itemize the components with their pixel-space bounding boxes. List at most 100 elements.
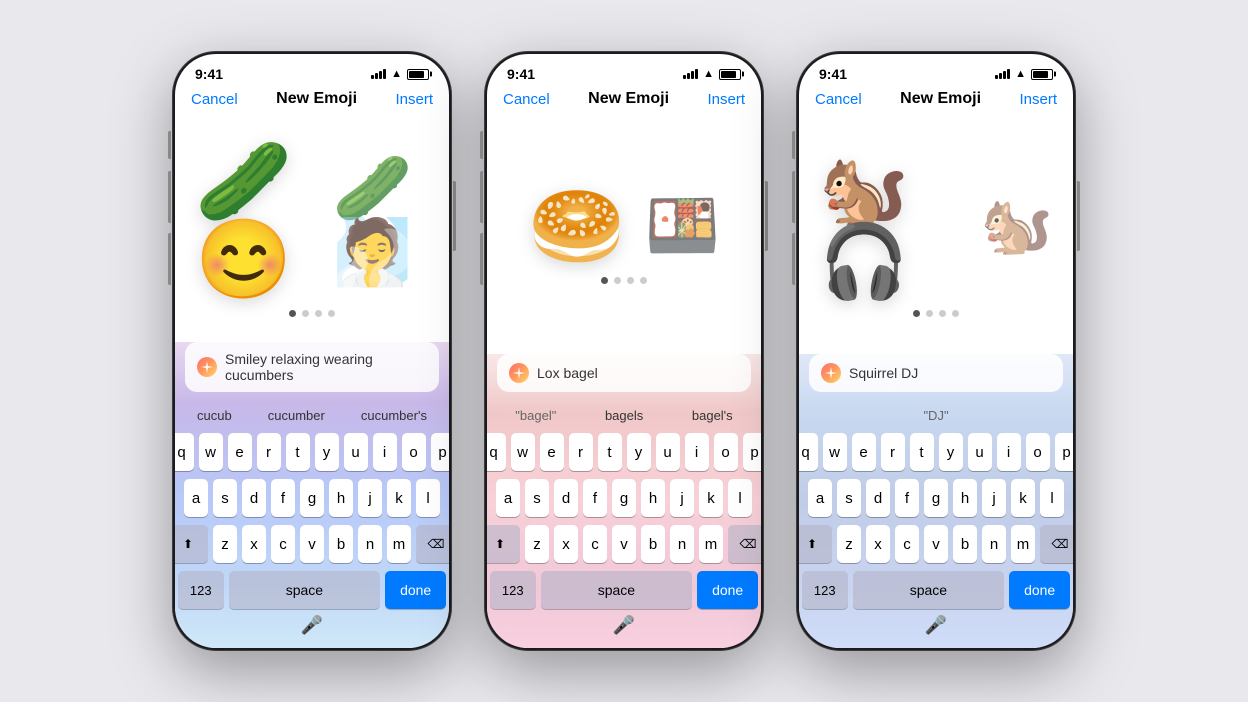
key-k-2[interactable]: k [699,479,723,517]
key-d-3[interactable]: d [866,479,890,517]
delete-key-2[interactable]: ⌫ [728,525,761,563]
key-q-3[interactable]: q [799,433,818,471]
delete-key-3[interactable]: ⌫ [1040,525,1073,563]
key-h-3[interactable]: h [953,479,977,517]
shift-key-2[interactable]: ⬆ [487,525,520,563]
shift-key-3[interactable]: ⬆ [799,525,832,563]
key-x-1[interactable]: x [242,525,266,563]
key-d-2[interactable]: d [554,479,578,517]
done-key-3[interactable]: done [1009,571,1070,609]
key-x-3[interactable]: x [866,525,890,563]
key-z-3[interactable]: z [837,525,861,563]
key-i-1[interactable]: i [373,433,397,471]
emoji-secondary-1[interactable]: 🥒🧖 [333,156,429,284]
key-m-1[interactable]: m [387,525,411,563]
key-y-3[interactable]: y [939,433,963,471]
cancel-button-2[interactable]: Cancel [503,91,550,108]
autocomplete-2-3[interactable]: bagel's [684,404,741,427]
key-w-3[interactable]: w [823,433,847,471]
key-s-2[interactable]: s [525,479,549,517]
search-field-2[interactable]: Lox bagel [497,354,751,392]
key-i-3[interactable]: i [997,433,1021,471]
key-n-3[interactable]: n [982,525,1006,563]
key-b-3[interactable]: b [953,525,977,563]
key-p-2[interactable]: p [743,433,762,471]
key-z-2[interactable]: z [525,525,549,563]
key-a-2[interactable]: a [496,479,520,517]
key-p-1[interactable]: p [431,433,450,471]
insert-button-1[interactable]: Insert [395,91,433,108]
key-t-1[interactable]: t [286,433,310,471]
key-h-2[interactable]: h [641,479,665,517]
key-f-3[interactable]: f [895,479,919,517]
key-u-1[interactable]: u [344,433,368,471]
shift-key-1[interactable]: ⬆ [175,525,208,563]
num-key-1[interactable]: 123 [178,571,224,609]
key-v-1[interactable]: v [300,525,324,563]
key-t-2[interactable]: t [598,433,622,471]
key-b-1[interactable]: b [329,525,353,563]
key-v-2[interactable]: v [612,525,636,563]
space-key-1[interactable]: space [229,571,381,609]
delete-key-1[interactable]: ⌫ [416,525,449,563]
key-c-1[interactable]: c [271,525,295,563]
space-key-3[interactable]: space [853,571,1005,609]
mic-icon-2[interactable]: 🎤 [613,615,635,636]
key-v-3[interactable]: v [924,525,948,563]
key-w-1[interactable]: w [199,433,223,471]
key-l-2[interactable]: l [728,479,752,517]
autocomplete-1-2[interactable]: cucumber [260,404,333,427]
key-q-2[interactable]: q [487,433,506,471]
key-y-2[interactable]: y [627,433,651,471]
key-w-2[interactable]: w [511,433,535,471]
key-s-3[interactable]: s [837,479,861,517]
key-o-1[interactable]: o [402,433,426,471]
key-i-2[interactable]: i [685,433,709,471]
autocomplete-3-1[interactable]: "DJ" [915,404,956,427]
key-l-1[interactable]: l [416,479,440,517]
mic-icon-3[interactable]: 🎤 [925,615,947,636]
space-key-2[interactable]: space [541,571,693,609]
search-field-3[interactable]: Squirrel DJ [809,354,1063,392]
key-y-1[interactable]: y [315,433,339,471]
key-l-3[interactable]: l [1040,479,1064,517]
key-n-2[interactable]: n [670,525,694,563]
autocomplete-1-1[interactable]: cucub [189,404,240,427]
key-j-1[interactable]: j [358,479,382,517]
key-a-1[interactable]: a [184,479,208,517]
key-p-3[interactable]: p [1055,433,1074,471]
key-u-2[interactable]: u [656,433,680,471]
key-c-3[interactable]: c [895,525,919,563]
emoji-primary-3[interactable]: 🐿️🎧 [819,154,961,298]
done-key-1[interactable]: done [385,571,446,609]
key-x-2[interactable]: x [554,525,578,563]
search-field-1[interactable]: Smiley relaxing wearing cucumbers [185,342,439,392]
key-f-2[interactable]: f [583,479,607,517]
num-key-3[interactable]: 123 [802,571,848,609]
key-r-1[interactable]: r [257,433,281,471]
key-m-2[interactable]: m [699,525,723,563]
autocomplete-2-2[interactable]: bagels [597,404,651,427]
key-a-3[interactable]: a [808,479,832,517]
key-g-3[interactable]: g [924,479,948,517]
num-key-2[interactable]: 123 [490,571,536,609]
autocomplete-2-1[interactable]: "bagel" [507,404,564,427]
key-q-1[interactable]: q [175,433,194,471]
key-e-2[interactable]: e [540,433,564,471]
key-n-1[interactable]: n [358,525,382,563]
key-o-2[interactable]: o [714,433,738,471]
key-k-1[interactable]: k [387,479,411,517]
key-u-3[interactable]: u [968,433,992,471]
key-s-1[interactable]: s [213,479,237,517]
emoji-primary-1[interactable]: 🥒😊 [195,142,313,298]
autocomplete-1-3[interactable]: cucumber's [353,404,435,427]
emoji-secondary-3[interactable]: 🐿️ [981,197,1053,255]
cancel-button-3[interactable]: Cancel [815,91,862,108]
cancel-button-1[interactable]: Cancel [191,91,238,108]
key-j-2[interactable]: j [670,479,694,517]
key-d-1[interactable]: d [242,479,266,517]
key-m-3[interactable]: m [1011,525,1035,563]
key-e-3[interactable]: e [852,433,876,471]
key-z-1[interactable]: z [213,525,237,563]
emoji-secondary-2[interactable]: 🍱 [645,196,720,256]
